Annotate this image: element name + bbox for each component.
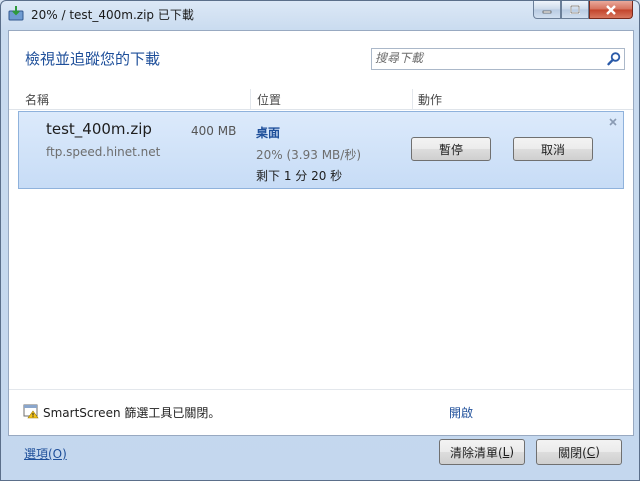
search-input[interactable] xyxy=(375,50,597,66)
maximize-button[interactable] xyxy=(561,1,589,19)
smartscreen-status-text: SmartScreen 篩選工具已關閉。 xyxy=(43,406,221,420)
download-progress-text: 20% (3.93 MB/秒) xyxy=(256,148,362,162)
close-window-button[interactable] xyxy=(589,1,633,19)
close-label: 關閉( xyxy=(558,445,587,460)
download-manager-window: 20% / test_400m.zip 已下載 檢視並追蹤您的下載 名稱 xyxy=(0,0,640,481)
pause-button[interactable]: 暫停 xyxy=(411,137,491,161)
close-accel: C xyxy=(586,445,596,459)
time-remaining: 剩下 1 分 20 秒 xyxy=(256,169,343,183)
window-controls xyxy=(533,1,633,19)
column-divider[interactable] xyxy=(250,89,251,109)
maximize-icon xyxy=(570,5,580,14)
file-size: 400 MB xyxy=(191,124,237,138)
downloads-panel: 檢視並追蹤您的下載 名稱 位置 動作 test_400m.zip 400 MB … xyxy=(8,30,634,436)
minimize-button[interactable] xyxy=(533,1,561,19)
close-button[interactable]: 關閉(C) xyxy=(536,439,622,465)
search-icon[interactable] xyxy=(606,51,622,67)
smartscreen-enable-link[interactable]: 開啟 xyxy=(449,404,473,421)
remove-item-icon[interactable] xyxy=(607,116,619,128)
cancel-button[interactable]: 取消 xyxy=(513,137,593,161)
file-source-host: ftp.speed.hinet.net xyxy=(46,145,161,159)
smartscreen-warning-icon xyxy=(23,404,39,419)
clear-list-button[interactable]: 清除清單(L) xyxy=(439,439,525,465)
clear-list-label: 清除清單( xyxy=(449,445,503,460)
options-link[interactable]: 選項(O) xyxy=(24,445,67,462)
minimize-icon xyxy=(542,10,552,13)
close-icon xyxy=(606,4,616,15)
column-location[interactable]: 位置 xyxy=(257,91,281,108)
column-header-row: 名稱 位置 動作 xyxy=(9,89,633,110)
column-name[interactable]: 名稱 xyxy=(25,91,49,108)
download-item[interactable]: test_400m.zip 400 MB ftp.speed.hinet.net… xyxy=(18,111,624,189)
divider xyxy=(9,389,633,390)
page-title: 檢視並追蹤您的下載 xyxy=(25,50,161,68)
paren-close: ) xyxy=(509,445,515,459)
clear-list-accel: L xyxy=(502,445,510,459)
title-bar[interactable]: 20% / test_400m.zip 已下載 xyxy=(1,1,639,25)
file-location-link[interactable]: 桌面 xyxy=(256,124,280,141)
download-app-icon xyxy=(8,6,24,21)
paren-close: ) xyxy=(595,445,600,459)
search-box[interactable] xyxy=(371,48,625,70)
window-title: 20% / test_400m.zip 已下載 xyxy=(31,8,194,22)
column-action[interactable]: 動作 xyxy=(418,91,442,108)
column-divider[interactable] xyxy=(412,89,413,109)
file-name: test_400m.zip xyxy=(46,120,152,138)
